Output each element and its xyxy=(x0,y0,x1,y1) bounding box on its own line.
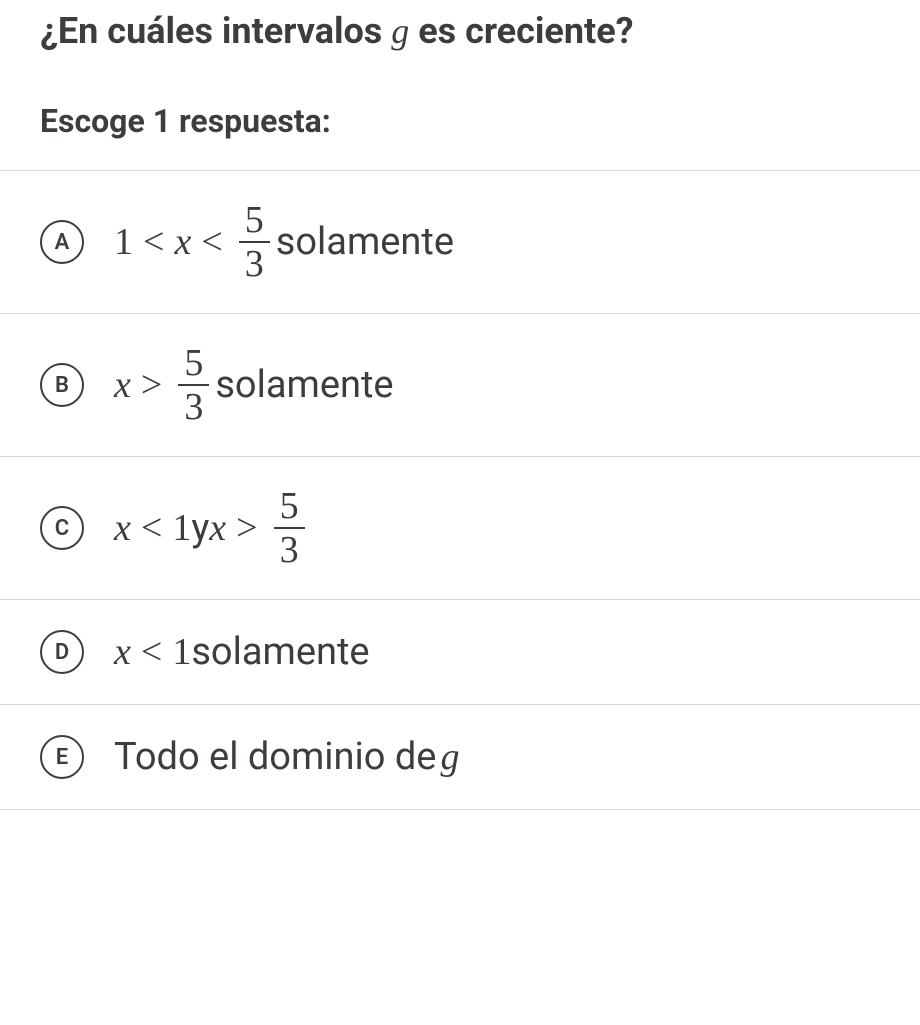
num-1: 1 xyxy=(114,220,133,264)
greater-than: > xyxy=(141,363,162,407)
less-than: < xyxy=(141,630,162,674)
option-e[interactable]: E Todo el dominio de g xyxy=(0,705,920,810)
question-prefix: ¿En cuáles intervalos xyxy=(40,10,391,52)
option-letter-a: A xyxy=(40,220,84,264)
suffix-solamente: solamente xyxy=(191,630,369,674)
option-a[interactable]: A 1 < x < 5 3 solamente xyxy=(0,171,920,314)
numerator: 5 xyxy=(239,201,270,241)
var-x-1: x xyxy=(114,506,131,550)
option-a-content: 1 < x < 5 3 solamente xyxy=(114,201,454,283)
instruction-text: Escoge 1 respuesta: xyxy=(0,82,920,170)
prefix-dominio: Todo el dominio de xyxy=(114,735,436,779)
conjunction-y: y xyxy=(191,506,209,550)
question-var: g xyxy=(391,11,409,51)
option-b[interactable]: B x > 5 3 solamente xyxy=(0,314,920,457)
option-d[interactable]: D x < 1 solamente xyxy=(0,600,920,705)
option-letter-e: E xyxy=(40,735,84,779)
option-c[interactable]: C x < 1 y x > 5 3 xyxy=(0,457,920,600)
option-letter-d: D xyxy=(40,630,84,674)
option-letter-b: B xyxy=(40,363,84,407)
option-letter-c: C xyxy=(40,506,84,550)
suffix-solamente: solamente xyxy=(276,220,454,264)
denominator: 3 xyxy=(178,384,209,426)
var-x-2: x xyxy=(209,506,226,550)
fraction-5-3: 5 3 xyxy=(178,344,209,426)
question-text: ¿En cuáles intervalos g es creciente? xyxy=(0,0,920,82)
var-x: x xyxy=(114,363,131,407)
var-x: x xyxy=(114,630,131,674)
less-than: < xyxy=(141,506,162,550)
denominator: 3 xyxy=(274,527,305,569)
fraction-5-3: 5 3 xyxy=(239,201,270,283)
options-list: A 1 < x < 5 3 solamente B x > 5 3 xyxy=(0,170,920,810)
less-than-2: < xyxy=(201,220,222,264)
greater-than: > xyxy=(236,506,257,550)
numerator: 5 xyxy=(274,487,305,527)
option-c-content: x < 1 y x > 5 3 xyxy=(114,487,311,569)
suffix-solamente: solamente xyxy=(215,363,393,407)
fraction-5-3: 5 3 xyxy=(274,487,305,569)
option-d-content: x < 1 solamente xyxy=(114,630,370,674)
numerator: 5 xyxy=(178,344,209,384)
var-x: x xyxy=(174,220,191,264)
num-1: 1 xyxy=(172,506,191,550)
option-b-content: x > 5 3 solamente xyxy=(114,344,394,426)
question-suffix: es creciente? xyxy=(409,10,633,52)
quiz-container: ¿En cuáles intervalos g es creciente? Es… xyxy=(0,0,920,810)
denominator: 3 xyxy=(239,241,270,283)
less-than-1: < xyxy=(143,220,164,264)
var-g: g xyxy=(440,735,459,779)
num-1: 1 xyxy=(172,630,191,674)
option-e-content: Todo el dominio de g xyxy=(114,735,459,779)
